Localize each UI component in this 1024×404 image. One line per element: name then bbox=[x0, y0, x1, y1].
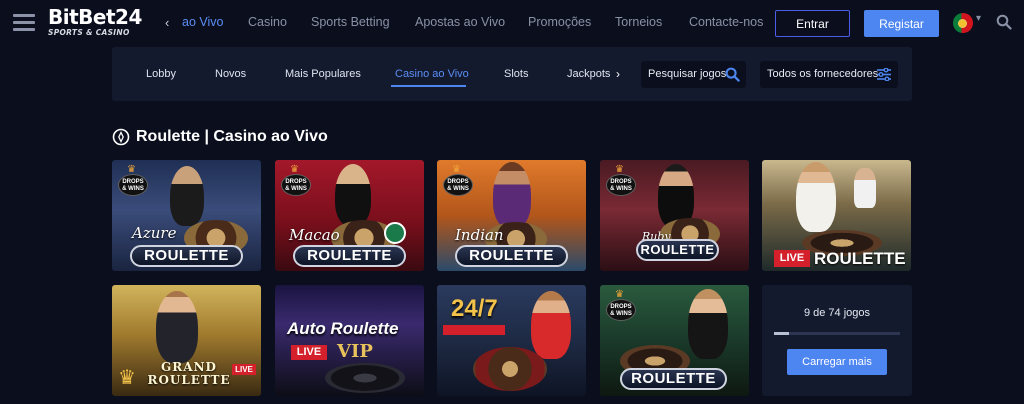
drops-wins-badge: ♛ DROPS & WINS bbox=[118, 164, 148, 196]
search-games-label: Pesquisar jogos bbox=[648, 68, 727, 80]
category-lobby[interactable]: Lobby bbox=[146, 68, 176, 80]
game-tile-live-roulette[interactable]: LIVE ROULETTE bbox=[762, 160, 911, 271]
game-title-text: Auto Roulette bbox=[287, 319, 399, 338]
game-tile-grand-roulette[interactable]: ♛ LIVE GRAND ROULETTE bbox=[112, 285, 261, 396]
roulette-wheel-image bbox=[473, 347, 547, 391]
game-tile-macao-roulette[interactable]: ♛ DROPS & WINS Macao ROULETTE bbox=[275, 160, 424, 271]
game-script-title: Azure bbox=[132, 224, 177, 242]
logo-main-text: BitBet bbox=[48, 5, 116, 29]
game-title-text: ROULETTE bbox=[814, 249, 906, 268]
category-jackpots[interactable]: Jackpots bbox=[567, 68, 610, 80]
game-title-plaque: ROULETTE bbox=[130, 245, 243, 267]
game-script-title: Indian bbox=[455, 226, 504, 244]
providers-label: Todos os fornecedores bbox=[767, 68, 879, 80]
game-tile-roulette[interactable]: ♛ DROPS & WINS ROULETTE bbox=[600, 285, 749, 396]
game-tile-24-7-roulette[interactable]: 24/7 bbox=[437, 285, 586, 396]
nav-link-casino[interactable]: Casino bbox=[248, 15, 287, 29]
live-badge: LIVE bbox=[774, 250, 810, 267]
load-more-card: 9 de 74 jogos Carregar mais bbox=[762, 285, 912, 396]
active-category-underline bbox=[391, 85, 466, 87]
drops-wins-badge: ♛ DROPS & WINS bbox=[443, 164, 473, 196]
chevron-down-icon[interactable]: ▾ bbox=[976, 13, 981, 24]
vip-label: VIP bbox=[337, 341, 373, 362]
crown-icon: ♛ bbox=[118, 367, 136, 389]
nav-link-torneios[interactable]: Torneios bbox=[615, 15, 662, 29]
roulette-sublabel bbox=[443, 325, 505, 335]
game-tile-indian-roulette[interactable]: ♛ DROPS & WINS Indian ROULETTE bbox=[437, 160, 586, 271]
top-header: BitBet24 SPORTS & CASINO ‹ ao Vivo Casin… bbox=[0, 0, 1024, 46]
logo-accent-text: 24 bbox=[115, 5, 142, 29]
dealer-image bbox=[796, 162, 836, 232]
game-title-plaque: ROULETTE bbox=[636, 239, 719, 261]
drops-wins-label: DROPS & WINS bbox=[606, 174, 636, 196]
nav-link-contacte-nos[interactable]: Contacte-nos bbox=[689, 15, 763, 29]
drops-wins-label: DROPS & WINS bbox=[281, 174, 311, 196]
dealer-image bbox=[170, 166, 204, 226]
nav-back-icon[interactable]: ‹ bbox=[165, 15, 169, 30]
portugal-flag-icon[interactable] bbox=[953, 13, 973, 33]
game-script-title: Macao bbox=[289, 226, 340, 244]
drops-wins-label: DROPS & WINS bbox=[443, 174, 473, 196]
dealer-image bbox=[531, 291, 571, 359]
section-title: Roulette | Casino ao Vivo bbox=[136, 128, 328, 145]
load-more-button[interactable]: Carregar mais bbox=[787, 349, 887, 375]
menu-icon[interactable] bbox=[13, 14, 35, 32]
search-games-field[interactable]: Pesquisar jogos bbox=[641, 61, 746, 88]
drops-wins-badge: ♛ DROPS & WINS bbox=[606, 289, 636, 321]
macao-logo-icon bbox=[384, 222, 406, 244]
providers-filter[interactable]: Todos os fornecedores bbox=[760, 61, 898, 88]
nav-link-sports-betting[interactable]: Sports Betting bbox=[311, 15, 390, 29]
filter-sliders-icon bbox=[877, 68, 891, 81]
live-badge: LIVE bbox=[291, 345, 327, 360]
roulette-wheel-image bbox=[325, 363, 405, 393]
game-tile-azure-roulette[interactable]: ♛ DROPS & WINS Azure ROULETTE bbox=[112, 160, 261, 271]
nav-link-apostas-ao-vivo[interactable]: Apostas ao Vivo bbox=[415, 15, 505, 29]
dealer-image bbox=[156, 291, 198, 363]
category-bar: Lobby Novos Mais Populares Casino ao Viv… bbox=[112, 47, 912, 101]
section-header: Roulette | Casino ao Vivo bbox=[112, 126, 328, 148]
roulette-icon bbox=[112, 128, 130, 146]
category-casino-ao-vivo[interactable]: Casino ao Vivo bbox=[395, 68, 469, 80]
nav-link-promocoes[interactable]: Promoções bbox=[528, 15, 591, 29]
game-title-text: 24/7 bbox=[451, 295, 498, 322]
drops-wins-badge: ♛ DROPS & WINS bbox=[281, 164, 311, 196]
drops-wins-label: DROPS & WINS bbox=[118, 174, 148, 196]
games-count-text: 9 de 74 jogos bbox=[803, 307, 871, 319]
drops-wins-badge: ♛ DROPS & WINS bbox=[606, 164, 636, 196]
chevron-right-icon[interactable]: › bbox=[616, 67, 620, 81]
dealer-image bbox=[335, 164, 371, 226]
logo[interactable]: BitBet24 SPORTS & CASINO bbox=[48, 7, 150, 39]
game-title-text: GRAND ROULETTE bbox=[147, 360, 231, 387]
nav-link-ao-vivo[interactable]: ao Vivo bbox=[182, 15, 223, 29]
search-icon[interactable] bbox=[996, 14, 1012, 30]
category-mais-populares[interactable]: Mais Populares bbox=[285, 68, 361, 80]
game-title-plaque: ROULETTE bbox=[293, 245, 406, 267]
load-progress-fill bbox=[774, 332, 790, 335]
category-slots[interactable]: Slots bbox=[504, 68, 528, 80]
dealer-image bbox=[688, 289, 728, 359]
game-title-plaque: ROULETTE bbox=[620, 368, 727, 390]
login-button[interactable]: Entrar bbox=[775, 10, 850, 37]
croupier-image bbox=[854, 168, 876, 208]
logo-subtitle: SPORTS & CASINO bbox=[48, 28, 130, 37]
game-tile-auto-roulette-vip[interactable]: Auto Roulette LIVE VIP bbox=[275, 285, 424, 396]
dealer-image bbox=[493, 162, 531, 228]
category-novos[interactable]: Novos bbox=[215, 68, 246, 80]
game-tile-ruby-roulette[interactable]: ♛ DROPS & WINS Ruby ROULETTE bbox=[600, 160, 749, 271]
game-title-plaque: ROULETTE bbox=[455, 245, 568, 267]
register-button[interactable]: Registar bbox=[864, 10, 939, 37]
drops-wins-label: DROPS & WINS bbox=[606, 299, 636, 321]
load-progress-track bbox=[774, 332, 900, 335]
search-icon bbox=[725, 67, 740, 82]
